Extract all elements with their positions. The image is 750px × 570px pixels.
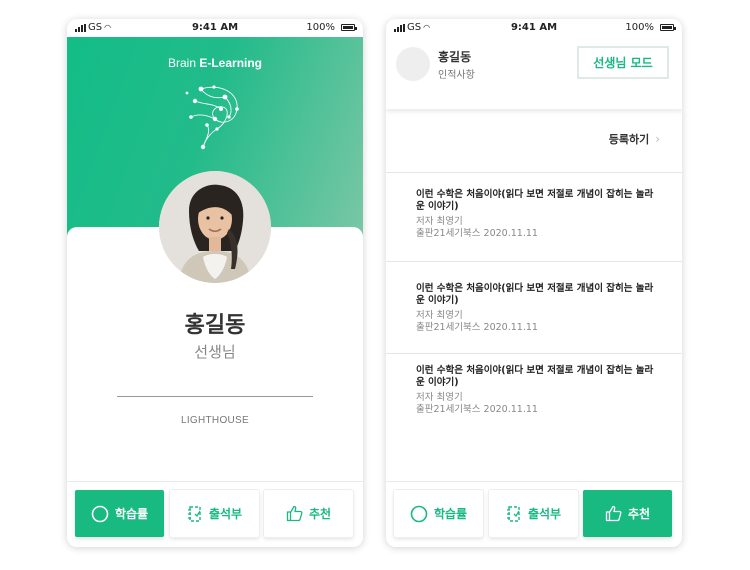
book-title-line: 이런 수학은 처음이야(읽다 보면 저절로 개념이 잡히는 놀라 [416,189,654,200]
book-publisher: 출판21세기북스 2020.11.11 [416,228,538,239]
person-photo-icon [159,171,271,283]
battery-percent: 100% [306,22,335,33]
bottom-tab-bar: 학습률 출석부 추천 [67,481,363,547]
tab-attendance[interactable]: 출석부 [170,490,259,537]
books-screen: GS ◠ 9:41 AM 100% 홍길동 인적사항 선생님 모드 등록하기 ›… [386,19,682,547]
organization-label: LIGHTHOUSE [180,415,249,426]
book-meta: 저자 최영기 출판21세기북스 2020.11.11 [416,310,666,334]
header-subtitle[interactable]: 인적사항 [438,66,475,81]
thumbs-up-icon [286,505,303,522]
circle-icon [410,505,428,522]
teacher-mode-button[interactable]: 선생님 모드 [577,46,669,79]
book-publisher: 출판21세기북스 2020.11.11 [416,322,538,333]
header-name: 홍길동 [438,50,472,64]
register-button[interactable]: 등록하기 › [609,131,660,147]
book-publisher: 출판21세기북스 2020.11.11 [416,404,538,415]
battery-icon [341,24,357,31]
divider [117,396,313,397]
bottom-tab-bar: 학습률 출석부 추천 [386,481,682,547]
book-title-line: 이런 수학은 처음이야(읽다 보면 저절로 개념이 잡히는 놀라 [416,283,654,294]
book-title-line: 운 이야기) [416,295,459,306]
book-meta: 저자 최영기 출판21세기북스 2020.11.11 [416,392,666,416]
profile-name: 홍길동 [184,313,246,338]
book-list: 등록하기 › 이런 수학은 처음이야(읽다 보면 저절로 개념이 잡히는 놀라 … [386,109,682,481]
book-title: 이런 수학은 처음이야(읽다 보면 저절로 개념이 잡히는 놀라 운 이야기) [416,283,666,307]
book-author: 저자 최영기 [416,392,463,403]
tab-learning-rate[interactable]: 학습률 [75,490,164,537]
book-author: 저자 최영기 [416,310,463,321]
tab-label: 출석부 [527,507,562,521]
brand-title: Brain E-Learning [67,56,363,70]
list-item[interactable]: 이런 수학은 처음이야(읽다 보면 저절로 개념이 잡히는 놀라 운 이야기) … [416,189,666,240]
notebook-icon [187,505,201,522]
book-title-line: 이런 수학은 처음이야(읽다 보면 저절로 개념이 잡히는 놀라 [416,365,654,376]
tab-label: 학습률 [114,507,149,521]
list-item[interactable]: 이런 수학은 처음이야(읽다 보면 저절로 개념이 잡히는 놀라 운 이야기) … [416,365,666,416]
profile-photo [159,171,271,283]
tab-recommend[interactable]: 추천 [264,490,353,537]
tab-label: 추천 [627,507,651,521]
chevron-right-icon: › [655,132,660,146]
status-bar: GS ◠ 9:41 AM 100% [67,19,363,37]
list-item[interactable]: 이런 수학은 처음이야(읽다 보면 저절로 개념이 잡히는 놀라 운 이야기) … [416,283,666,334]
book-meta: 저자 최영기 출판21세기북스 2020.11.11 [416,216,666,240]
profile-screen: GS ◠ 9:41 AM 100% Brain E-Learning 홍길동 선… [67,19,363,547]
divider [386,261,682,262]
book-title: 이런 수학은 처음이야(읽다 보면 저절로 개념이 잡히는 놀라 운 이야기) [416,189,666,213]
battery-percent: 100% [625,22,654,33]
tab-label: 학습률 [433,507,468,521]
profile-header: 홍길동 인적사항 선생님 모드 [386,37,682,109]
tab-attendance[interactable]: 출석부 [489,490,578,537]
avatar[interactable] [396,47,430,81]
brain-network-logo [185,85,239,150]
book-author: 저자 최영기 [416,216,463,227]
brand-main: E-Learning [199,56,263,70]
divider [386,353,682,354]
profile-role: 선생님 [194,343,236,361]
tab-recommend[interactable]: 추천 [583,490,672,537]
tab-label: 출석부 [208,507,243,521]
brand-prefix: Brain [167,56,196,70]
tab-learning-rate[interactable]: 학습률 [394,490,483,537]
battery-icon [660,24,676,31]
circle-icon [91,505,109,522]
register-label: 등록하기 [608,133,650,146]
book-title-line: 운 이야기) [416,201,459,212]
status-bar: GS ◠ 9:41 AM 100% [386,19,682,37]
tab-label: 추천 [308,507,332,521]
notebook-icon [506,505,520,522]
thumbs-up-icon [605,505,622,522]
divider [386,172,682,173]
book-title: 이런 수학은 처음이야(읽다 보면 저절로 개념이 잡히는 놀라 운 이야기) [416,365,666,389]
book-title-line: 운 이야기) [416,377,459,388]
